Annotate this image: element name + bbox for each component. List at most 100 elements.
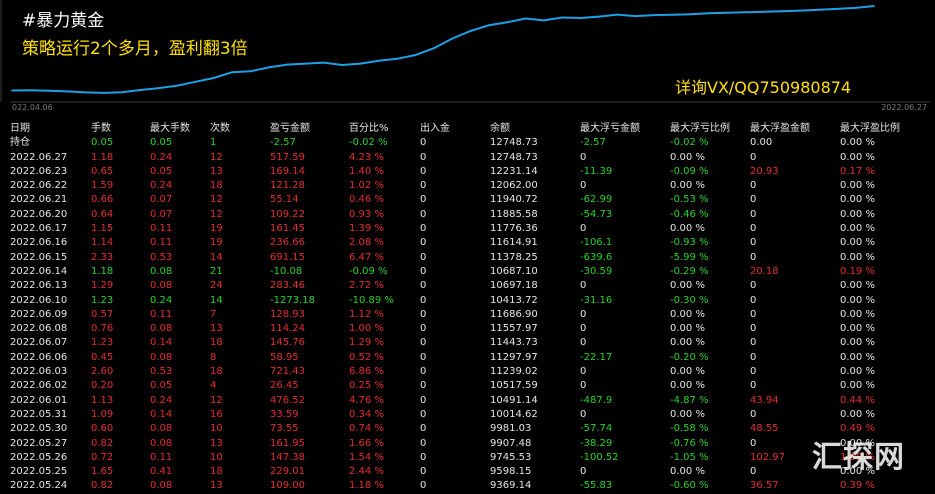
strategy-name: #暴力黄金 xyxy=(22,11,105,31)
cell-max-lots: 0.05 xyxy=(150,380,173,392)
open-position-row: 持仓 0.05 0.05 1 -2.57 -0.02 % 0 12748.73 -2.57 -0.… xyxy=(0,136,935,150)
cell-max-float-profit-pct: 0.19 % xyxy=(840,265,875,277)
cell-lots: 2.60 xyxy=(91,366,114,378)
chart-start-date: 022.04.06 xyxy=(12,103,53,112)
cell-balance: 9745.53 xyxy=(490,451,532,463)
cell-deposit: 0 xyxy=(420,237,427,249)
cell-max-float-profit-pct: 0.00 % xyxy=(840,380,875,392)
cell-deposit: 0 xyxy=(420,265,427,277)
cell-max-float-loss: -31.16 xyxy=(580,294,613,306)
column-header-balance: 余额 xyxy=(490,123,510,134)
cell-deposit: 0 xyxy=(420,394,427,406)
cell-max-float-loss-pct: 0.00 % xyxy=(670,180,705,192)
cell-balance: 11239.02 xyxy=(490,366,538,378)
cell-balance: 11776.36 xyxy=(490,223,538,235)
cell-pnl: 691.15 xyxy=(270,251,305,263)
cell-max-float-profit: 20.18 xyxy=(750,265,779,277)
cell-lots: 1.14 xyxy=(91,237,114,249)
cell-lots: 0.65 xyxy=(91,165,114,177)
table-row: 2022.06.16 1.14 0.11 19 236.66 2.08 % 0 11614.9… xyxy=(0,236,935,250)
table-row: 2022.06.01 1.13 0.24 12 476.52 4.76 % 0 10491.1… xyxy=(0,394,935,408)
cell-balance: 10413.72 xyxy=(490,294,538,306)
cell-date: 2022.06.07 xyxy=(10,337,68,349)
cell-balance: 11297.97 xyxy=(490,351,538,363)
equity-point-13 xyxy=(249,70,252,73)
table-header: 日期 手数 最大手数 次数 盈亏金额 百分比% 出入金 余额 最大浮亏金额 最大浮亏比例 最大浮盈金… xyxy=(0,122,935,136)
cell-lots: 0.57 xyxy=(91,308,114,320)
cell-balance: 12231.14 xyxy=(490,165,538,177)
cell-trades: 12 xyxy=(210,151,223,163)
equity-point-44 xyxy=(818,8,820,11)
cell-max-float-loss: -11.39 xyxy=(580,165,613,177)
cell-max-lots: 0.08 xyxy=(150,423,173,435)
cell-pct: 1.40 % xyxy=(349,165,384,177)
cell-max-float-loss-pct: -5.99 % xyxy=(670,251,709,263)
cell-max-float-loss: 0 xyxy=(580,223,587,235)
cell-max-float-loss: 0 xyxy=(580,380,587,392)
cell-pct: 0.74 % xyxy=(349,423,384,435)
cell-max-float-profit-pct: 0.00 % xyxy=(840,308,875,320)
cell-max-float-loss-pct: -0.30 % xyxy=(670,294,709,306)
cell-pnl: 109.22 xyxy=(270,208,305,220)
cell-max-float-loss-pct: 0.00 % xyxy=(670,366,705,378)
cell-max-lots: 0.08 xyxy=(150,351,173,363)
cell-max-float-profit-pct: 0.00 % xyxy=(840,194,875,206)
cell-trades: 18 xyxy=(210,366,223,378)
cell-pnl: 236.66 xyxy=(270,237,305,249)
column-header-deposit: 出入金 xyxy=(420,123,450,134)
cell-max-float-loss-pct: 0.00 % xyxy=(670,323,705,335)
cell-max-lots: 0.11 xyxy=(150,237,173,249)
cell-max-lots: 0.07 xyxy=(150,194,173,206)
equity-point-43 xyxy=(799,9,802,12)
cell-lots: 0.64 xyxy=(91,208,114,220)
table-row: 2022.06.15 2.33 0.53 14 691.15 6.47 % 0 11378.2… xyxy=(0,251,935,265)
cell-pnl: 229.01 xyxy=(270,466,305,478)
cell-balance: 10687.10 xyxy=(490,265,538,277)
cell-deposit: 0 xyxy=(420,208,427,220)
cell-date: 2022.06.06 xyxy=(10,351,68,363)
table-row: 2022.05.25 1.65 0.41 18 229.01 2.44 % 0 9598.15… xyxy=(0,465,935,479)
cell-max-float-profit: 0 xyxy=(750,366,757,378)
cell-trades: 13 xyxy=(210,437,223,449)
cell-deposit: 0 xyxy=(420,451,427,463)
cell-max-float-profit: 0 xyxy=(750,237,757,249)
cell-pct: 1.66 % xyxy=(349,437,384,449)
cell-deposit: 0 xyxy=(420,337,427,349)
table-row: 2022.05.26 0.72 0.11 10 147.38 1.54 % 0 9745.53… xyxy=(0,451,935,465)
cell-lots: 0.60 xyxy=(91,423,114,435)
equity-point-27 xyxy=(506,21,509,24)
cell-deposit: 0 xyxy=(420,423,427,435)
cell-max-lots: 0.05 xyxy=(150,165,173,177)
equity-point-18 xyxy=(341,64,343,66)
cell-pct: 2.72 % xyxy=(349,280,384,292)
cell-balance: 11614.91 xyxy=(490,237,538,249)
equity-point-38 xyxy=(708,12,710,15)
cell-balance: 11885.58 xyxy=(490,208,538,220)
cell-pnl: 128.93 xyxy=(270,308,305,320)
column-header-max-float-profit-pct: 最大浮盈比例 xyxy=(840,123,900,134)
strategy-subtitle: 策略运行2个多月，盈利翻3倍 xyxy=(22,39,248,59)
equity-point-23 xyxy=(432,47,435,50)
cell-max-float-loss-pct: -0.20 % xyxy=(670,351,709,363)
cell-max-float-profit-pct: 0.44 % xyxy=(840,394,875,406)
cell-pnl: 26.45 xyxy=(270,380,299,392)
cell-pnl: 145.76 xyxy=(270,337,305,349)
cell-max-float-loss-pct: -0.29 % xyxy=(670,265,709,277)
cell-trades: 8 xyxy=(210,351,217,363)
cell-max-float-profit: 0 xyxy=(750,223,757,235)
table-row: 2022.06.09 0.57 0.11 7 128.93 1.12 % 0 11686.90… xyxy=(0,308,935,322)
cell-pct: 1.54 % xyxy=(349,451,384,463)
cell-date: 2022.06.20 xyxy=(10,208,68,220)
cell-pct: 0.93 % xyxy=(349,208,384,220)
cell-balance: 11686.90 xyxy=(490,308,538,320)
cell-pct: 0.34 % xyxy=(349,408,384,420)
cell-deposit: 0 xyxy=(420,280,427,292)
cell-max-float-loss-pct: -0.02 % xyxy=(670,137,709,149)
cell-pnl: 161.45 xyxy=(270,223,305,235)
cell-max-float-profit-pct: 0.17 % xyxy=(840,165,875,177)
chart-end-date: 2022.06.27 xyxy=(881,103,927,112)
cell-deposit: 0 xyxy=(420,165,427,177)
cell-max-float-profit-pct: 0.00 % xyxy=(840,151,875,163)
cell-pct: 1.39 % xyxy=(349,223,384,235)
cell-max-lots: 0.11 xyxy=(150,223,173,235)
